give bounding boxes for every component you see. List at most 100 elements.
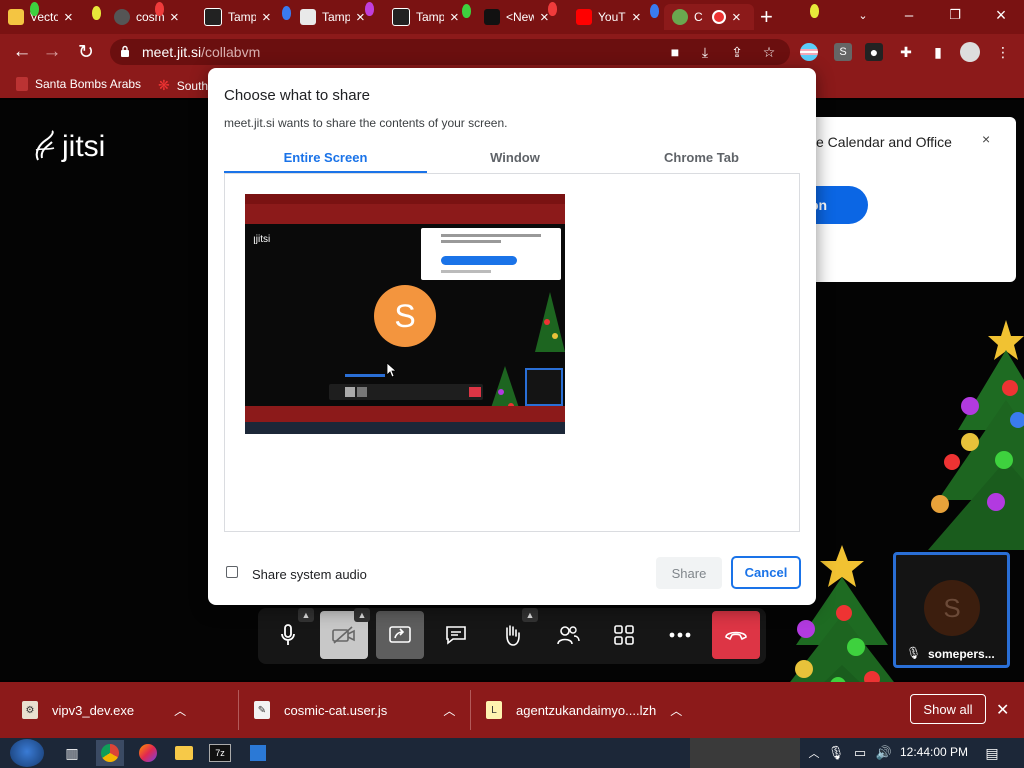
chat-icon	[446, 626, 466, 645]
menu-kebab-icon[interactable]: ⋮	[994, 43, 1012, 61]
tile-view-button[interactable]	[600, 611, 648, 659]
bookmark-item[interactable]: ❋ South	[158, 77, 208, 94]
screen-share-button[interactable]	[376, 611, 424, 659]
close-icon[interactable]: ×	[450, 9, 459, 26]
camera-options-caret-icon[interactable]: ▲	[354, 608, 370, 622]
minimize-button[interactable]: –	[886, 0, 932, 30]
browser-tab[interactable]: cosm ×	[106, 4, 196, 30]
browser-tab[interactable]: Tamp ×	[196, 4, 292, 30]
extension-s-icon[interactable]: S	[834, 43, 852, 61]
more-actions-button[interactable]	[656, 611, 704, 659]
url-text[interactable]: meet.jit.si/collabvm	[142, 44, 260, 60]
side-panel-icon[interactable]: ▮	[929, 43, 947, 61]
profile-avatar-icon[interactable]	[960, 42, 980, 62]
close-icon[interactable]: ×	[64, 9, 73, 26]
dialog-title: Choose what to share	[224, 87, 370, 104]
task-view-icon[interactable]: ▥	[58, 740, 86, 766]
mini-text-line	[345, 374, 385, 377]
chevron-up-icon[interactable]: ︿	[174, 702, 186, 719]
christmas-light-decoration	[810, 4, 819, 18]
tab-window[interactable]: Window	[427, 150, 603, 165]
forward-arrow-icon[interactable]: →	[40, 40, 64, 64]
hangup-button[interactable]	[712, 611, 760, 659]
chat-button[interactable]	[432, 611, 480, 659]
close-downloads-bar-icon[interactable]: ✕	[996, 700, 1009, 720]
christmas-light-decoration	[92, 6, 101, 20]
mini-toolbar-button	[345, 387, 355, 397]
browser-tab[interactable]: Vecto ×	[0, 4, 106, 30]
mic-options-caret-icon[interactable]: ▲	[298, 608, 314, 622]
reactions-caret-icon[interactable]: ▲	[522, 608, 538, 622]
tab-chrome-tab[interactable]: Chrome Tab	[603, 150, 800, 165]
close-icon[interactable]: ×	[262, 9, 271, 26]
taskbar-clock[interactable]: 12:44:00 PM	[900, 745, 968, 759]
close-icon[interactable]: ×	[732, 9, 741, 26]
chevron-up-icon[interactable]: ︿	[443, 702, 455, 719]
mini-address-bar	[245, 204, 565, 214]
lock-icon[interactable]	[120, 45, 130, 58]
tampermonkey-icon[interactable]: ●	[865, 43, 883, 61]
mini-text-line	[441, 240, 501, 243]
raise-hand-icon	[506, 625, 520, 646]
download-item[interactable]: ⚙ vipv3_dev.exe ︿	[22, 694, 186, 726]
share-button[interactable]: Share	[656, 557, 722, 589]
extensions-puzzle-icon[interactable]: ✚	[897, 43, 915, 61]
bookmark-favicon-icon: ❋	[158, 77, 170, 93]
back-arrow-icon[interactable]: ←	[10, 40, 34, 64]
script-file-icon: ✎	[254, 701, 270, 719]
bookmark-star-icon[interactable]: ☆	[760, 43, 778, 61]
restore-button[interactable]: ❐	[932, 0, 978, 30]
file-explorer-icon[interactable]	[170, 740, 198, 766]
screen-preview-thumbnail[interactable]: ꞁjitsi S	[245, 194, 565, 434]
reload-icon[interactable]: ↻	[74, 40, 98, 64]
participants-button[interactable]	[544, 611, 592, 659]
volume-icon[interactable]: 🔊	[870, 740, 898, 766]
microphone-icon	[281, 624, 295, 645]
share-system-audio-label[interactable]: Share system audio	[252, 567, 367, 582]
new-tab-button[interactable]: +	[760, 4, 790, 30]
tampermonkey-icon	[204, 8, 222, 26]
close-icon[interactable]: ×	[170, 9, 179, 26]
close-window-button[interactable]: ×	[978, 0, 1024, 30]
tab-strip: Vecto × cosm × Tamp × Tamp × Tamp × <New × You…	[0, 0, 1024, 34]
install-extension-button[interactable]: on	[810, 186, 868, 224]
close-icon[interactable]: ×	[632, 9, 641, 26]
jitsi-logo[interactable]: jitsi	[32, 130, 105, 164]
tab-entire-screen[interactable]: Entire Screen	[224, 150, 427, 165]
tab-favicon-icon	[8, 9, 24, 25]
camera-off-icon	[332, 626, 355, 644]
extension-flag-icon[interactable]	[800, 43, 818, 61]
share-icon[interactable]: ⇪	[728, 43, 746, 61]
mini-hangup-button	[469, 387, 481, 397]
tab-search-icon[interactable]: ⌄	[840, 0, 886, 30]
7zip-icon[interactable]: 7z	[206, 740, 234, 766]
browser-tab-active[interactable]: C ×	[664, 4, 754, 30]
mini-text-line	[441, 234, 541, 237]
christmas-light-decoration	[548, 2, 557, 16]
tab-favicon-icon	[114, 9, 130, 25]
exe-file-icon: ⚙	[22, 701, 38, 719]
bookmark-item[interactable]: Santa Bombs Arabs	[16, 77, 141, 91]
firefox-taskbar-icon[interactable]	[134, 740, 162, 766]
mini-jitsi-logo: ꞁjitsi	[253, 234, 271, 245]
camera-in-use-icon[interactable]: ■	[666, 43, 684, 61]
close-icon[interactable]: ×	[356, 9, 365, 26]
christmas-light-decoration	[650, 4, 659, 18]
app-taskbar-icon[interactable]	[244, 740, 272, 766]
chrome-taskbar-icon[interactable]	[96, 740, 124, 766]
notifications-icon[interactable]: ▤	[978, 740, 1006, 766]
tab-favicon-icon	[300, 9, 316, 25]
share-system-audio-checkbox[interactable]	[226, 566, 238, 578]
download-item[interactable]: L agentzukandaimyo....lzh ︿	[486, 694, 682, 726]
chevron-up-icon[interactable]: ︿	[670, 702, 682, 719]
start-button[interactable]	[10, 739, 44, 767]
mini-install-button	[441, 256, 517, 265]
tampermonkey-icon	[392, 8, 410, 26]
show-all-downloads-button[interactable]: Show all	[910, 694, 986, 724]
close-icon[interactable]: ×	[982, 131, 990, 147]
mini-participant-tile	[525, 368, 563, 406]
hangup-phone-icon	[725, 631, 747, 641]
download-item[interactable]: ✎ cosmic-cat.user.js ︿	[254, 694, 455, 726]
cancel-button[interactable]: Cancel	[731, 556, 801, 589]
install-app-icon[interactable]: ⤓	[696, 43, 714, 61]
